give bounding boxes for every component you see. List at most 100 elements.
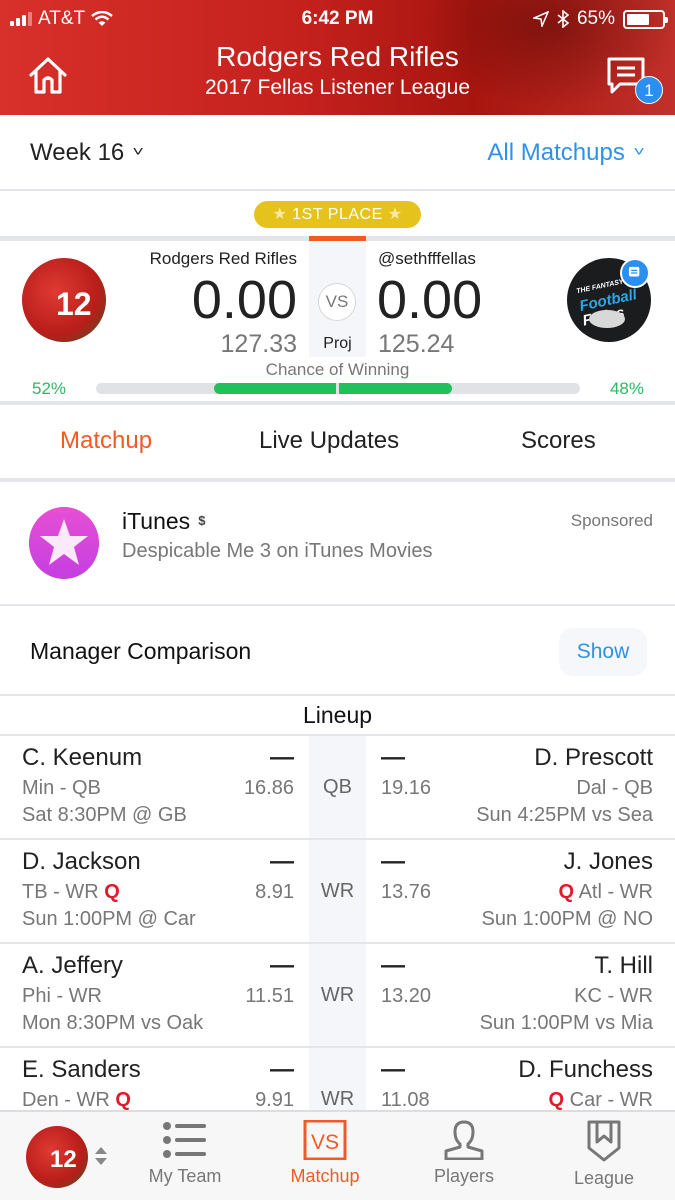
vs-badge: VS xyxy=(318,283,356,321)
bluetooth-icon xyxy=(557,10,569,28)
vs-icon: VS xyxy=(303,1120,347,1160)
battery-percent: 65% xyxy=(576,8,615,29)
show-button[interactable]: Show xyxy=(559,628,647,676)
left-player-projection: 11.51 xyxy=(245,985,294,1007)
projected-right: 125.24 xyxy=(378,330,455,358)
left-player-projection: 9.91 xyxy=(255,1089,294,1111)
football-graphic xyxy=(589,310,625,328)
position-label: WR xyxy=(320,1088,355,1110)
team-switcher-avatar[interactable]: 12 xyxy=(26,1126,88,1188)
left-player-team: Den - WR Q xyxy=(22,1089,131,1111)
left-player-name[interactable]: D. Jackson xyxy=(22,848,141,876)
right-player-game: Sun 4:25PM vs Sea xyxy=(476,804,653,826)
right-player-game: Sun 1:00PM @ NO xyxy=(481,908,653,930)
score-right: 0.00 xyxy=(377,270,483,330)
tab-my-team[interactable]: My Team xyxy=(130,1120,240,1187)
tab-label: Matchup xyxy=(290,1166,360,1186)
team-name-right[interactable]: @sethfffellas xyxy=(378,249,476,269)
lineup-title: Lineup xyxy=(302,702,373,728)
league-subtitle: 2017 Fellas Listener League xyxy=(204,76,471,99)
right-player-team: KC - WR xyxy=(574,985,653,1007)
sponsored-label: Sponsored xyxy=(570,511,653,530)
jersey-number: 12 xyxy=(56,286,92,322)
win-probability-bar xyxy=(96,383,580,394)
chance-of-winning-label: Chance of Winning xyxy=(265,360,410,379)
matchup-tabs: Matchup Live Updates Scores xyxy=(0,405,675,479)
list-icon xyxy=(163,1122,206,1158)
right-player-projection: 11.08 xyxy=(381,1089,430,1111)
divider xyxy=(0,694,675,696)
place-label: 1ST PLACE xyxy=(292,206,383,223)
right-player-name[interactable]: T. Hill xyxy=(594,952,653,980)
tab-scores[interactable]: Scores xyxy=(521,427,596,455)
questionable-badge: Q xyxy=(548,1089,565,1111)
win-pct-right: 48% xyxy=(609,379,644,398)
right-player-projection: 19.16 xyxy=(381,777,432,799)
left-player-team: TB - WR Q xyxy=(22,881,120,903)
proj-label: Proj xyxy=(323,335,352,352)
status-bar: AT&T 6:42 PM 65% xyxy=(0,0,675,38)
ad-subtitle: Despicable Me 3 on iTunes Movies xyxy=(122,540,433,562)
right-player-game: Sun 1:00PM vs Mia xyxy=(479,1012,653,1034)
chat-badge: 1 xyxy=(635,76,663,104)
right-player-team: Q Atl - WR xyxy=(558,881,653,903)
score-left: 0.00 xyxy=(191,270,297,330)
right-player-score: — xyxy=(381,744,405,771)
right-player-score: — xyxy=(381,848,405,875)
week-label: Week 16 xyxy=(30,139,125,166)
star-icon: ★ xyxy=(272,206,288,223)
win-bar-left xyxy=(213,383,336,394)
tab-league[interactable]: League xyxy=(549,1120,659,1189)
place-badge: ★ 1ST PLACE ★ xyxy=(254,201,421,228)
bottom-tab-bar: 12 My Team VS Matchup Players League xyxy=(0,1110,675,1200)
tab-matchup[interactable]: Matchup xyxy=(60,427,152,455)
left-player-score: — xyxy=(270,744,294,771)
right-player-projection: 13.76 xyxy=(381,881,432,903)
app-header: AT&T 6:42 PM 65% Rodgers Red Rifles 2017… xyxy=(0,0,675,115)
matchups-selector[interactable]: All Matchups ˅ xyxy=(487,139,645,167)
ad-title: iTunes xyxy=(122,508,191,534)
chevron-down-icon: ˅ xyxy=(633,143,645,159)
divider xyxy=(0,478,675,482)
sort-arrows-icon[interactable] xyxy=(93,1144,109,1168)
person-icon xyxy=(444,1120,484,1160)
position-label: QB xyxy=(323,776,352,798)
message-icon[interactable] xyxy=(620,258,650,288)
chevron-down-icon: ˅ xyxy=(132,143,145,159)
position-label: WR xyxy=(320,880,355,902)
right-player-name[interactable]: J. Jones xyxy=(564,848,653,876)
left-player-name[interactable]: A. Jeffery xyxy=(22,952,123,980)
left-player-projection: 16.86 xyxy=(243,777,294,799)
lineup-row: QB C. Keenum Min - QB Sat 8:30PM @ GB — … xyxy=(0,736,675,840)
matchups-label: All Matchups xyxy=(487,139,625,166)
left-player-name[interactable]: C. Keenum xyxy=(22,744,142,772)
team-name-left[interactable]: Rodgers Red Rifles xyxy=(150,249,297,269)
left-player-name[interactable]: E. Sanders xyxy=(22,1056,141,1084)
manager-comparison-label: Manager Comparison xyxy=(30,638,252,664)
left-player-team: Phi - WR xyxy=(22,985,102,1007)
tab-live-updates[interactable]: Live Updates xyxy=(259,427,399,455)
win-bar-right xyxy=(339,383,452,394)
star-icon: ★ xyxy=(387,206,403,223)
week-bar: Week 16 ˅ All Matchups ˅ xyxy=(0,115,675,191)
left-player-game: Mon 8:30PM vs Oak xyxy=(22,1012,204,1034)
divider xyxy=(0,604,675,606)
right-player-name[interactable]: D. Prescott xyxy=(534,744,653,772)
lineup-row: WR A. Jeffery Phi - WR Mon 8:30PM vs Oak… xyxy=(0,944,675,1048)
tab-players[interactable]: Players xyxy=(409,1120,519,1187)
week-selector[interactable]: Week 16 ˅ xyxy=(30,139,145,167)
left-player-game: Sat 8:30PM @ GB xyxy=(22,804,187,826)
questionable-badge: Q xyxy=(104,881,120,903)
left-player-projection: 8.91 xyxy=(255,881,294,903)
tab-matchup-nav[interactable]: VS Matchup xyxy=(270,1120,380,1187)
tab-label: Players xyxy=(433,1166,495,1186)
lineup-row: WR D. Jackson TB - WR Q Sun 1:00PM @ Car… xyxy=(0,840,675,944)
right-player-name[interactable]: D. Funchess xyxy=(518,1056,653,1084)
questionable-badge: Q xyxy=(558,881,575,903)
left-player-team: Min - QB xyxy=(22,777,101,799)
team-avatar-left[interactable]: 12 xyxy=(22,258,106,342)
left-player-game: Sun 1:00PM @ Car xyxy=(22,908,196,930)
team-title: Rodgers Red Rifles xyxy=(216,41,459,72)
dollar-icon: $ xyxy=(198,513,206,528)
svg-text:VS: VS xyxy=(311,1131,339,1154)
